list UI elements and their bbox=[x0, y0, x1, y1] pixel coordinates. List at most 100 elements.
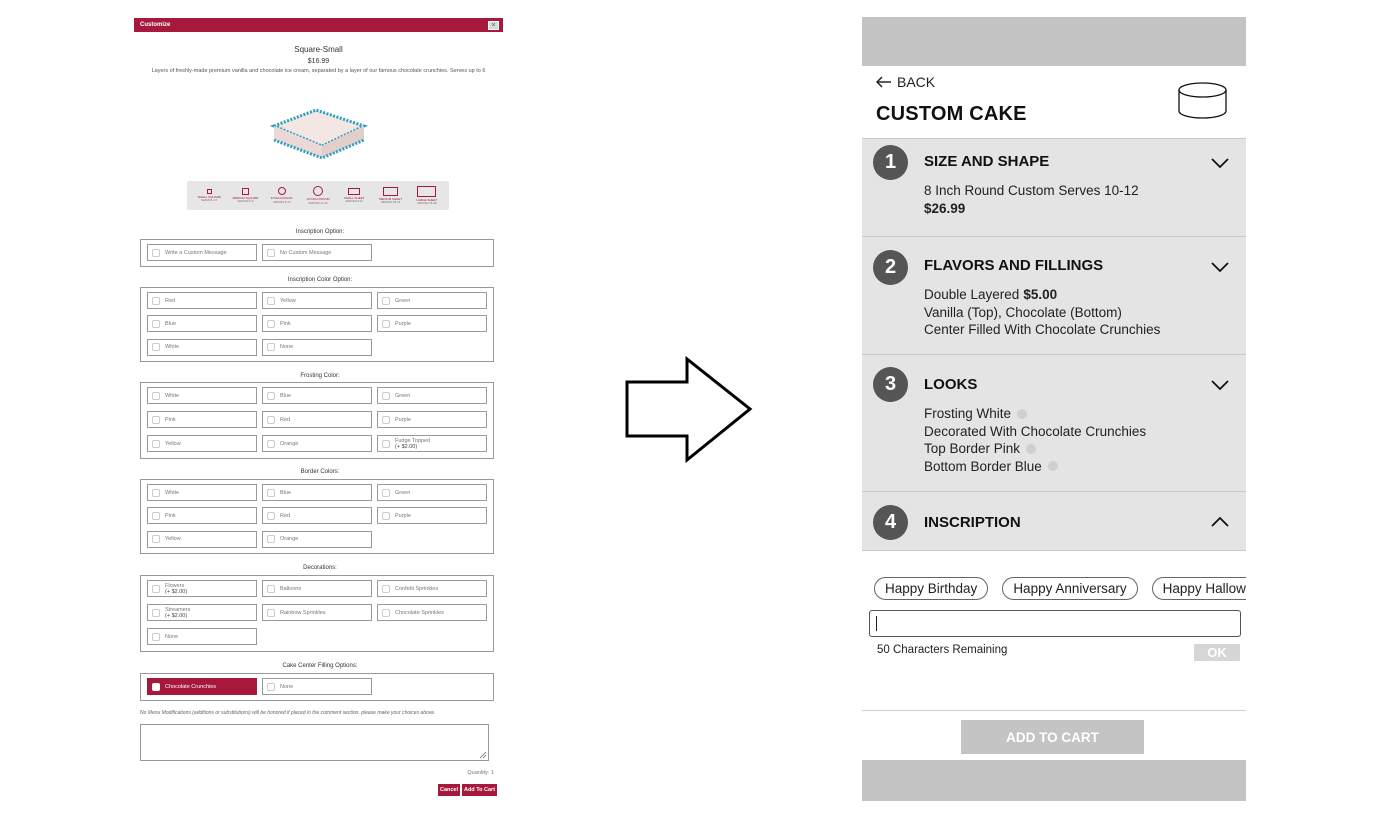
option-label: Streamers (+ $2.00) bbox=[165, 607, 190, 619]
status-bar bbox=[862, 17, 1246, 66]
section-size-and-shape[interactable]: 1 SIZE AND SHAPE 8 Inch Round Custom Ser… bbox=[862, 138, 1246, 236]
inscription-color-group: Red Yellow Green Blue Pink Purple White … bbox=[140, 287, 494, 362]
ok-button[interactable]: OK bbox=[1194, 644, 1240, 661]
size-option-medium-sheet[interactable]: MEDIUM SHEET SERVES 18-24 bbox=[374, 186, 408, 205]
option-blue[interactable]: Blue bbox=[147, 315, 257, 333]
checkbox-icon bbox=[382, 296, 390, 305]
option-none[interactable]: None bbox=[262, 678, 372, 695]
chevron-down-icon[interactable] bbox=[1210, 379, 1230, 391]
size-option-10-inch-round[interactable]: 10 INCH ROUND SERVES 12-16 bbox=[301, 186, 335, 205]
checkbox-icon bbox=[267, 535, 275, 544]
option-blue[interactable]: Blue bbox=[262, 484, 372, 501]
add-to-cart-button[interactable]: ADD TO CART bbox=[961, 720, 1144, 754]
size-option-8-inch-round[interactable]: 8 INCH ROUND SERVES 8-10 bbox=[265, 187, 299, 204]
comment-textarea[interactable] bbox=[140, 724, 489, 761]
step-number: 3 bbox=[873, 367, 908, 402]
option-yellow[interactable]: Yellow bbox=[147, 530, 257, 548]
option-chocolate-crunchies[interactable]: Chocolate Crunchies bbox=[147, 678, 257, 695]
checkbox-icon bbox=[267, 248, 275, 257]
resize-handle-icon[interactable] bbox=[479, 751, 487, 759]
cancel-button[interactable]: Cancel bbox=[438, 784, 460, 796]
inscription-option-group: Write a Custom Message No Custom Message bbox=[140, 239, 494, 267]
option-orange[interactable]: Orange bbox=[262, 530, 372, 548]
product-name: Square-Small bbox=[294, 45, 343, 54]
option-white[interactable]: White bbox=[147, 484, 257, 501]
option-rainbow-sprinkles[interactable]: Rainbow Sprinkles bbox=[262, 604, 372, 621]
decorations-title: Decorations: bbox=[303, 565, 337, 571]
square-icon bbox=[206, 188, 212, 194]
option-purple[interactable]: Purple bbox=[377, 411, 487, 428]
chevron-up-icon[interactable] bbox=[1210, 516, 1230, 528]
option-pink[interactable]: Pink bbox=[147, 411, 257, 428]
section-flavors-and-fillings[interactable]: 2 FLAVORS AND FILLINGS Double Layered $5.… bbox=[862, 236, 1246, 354]
option-write-custom-message[interactable]: Write a Custom Message bbox=[147, 244, 257, 261]
option-green[interactable]: Green bbox=[377, 292, 487, 309]
option-green[interactable]: Green bbox=[377, 484, 487, 501]
section-title: SIZE AND SHAPE bbox=[924, 153, 1050, 170]
option-yellow[interactable]: Yellow bbox=[262, 292, 372, 309]
size-option-small-sheet[interactable]: SMALL SHEET SERVES 8-12 bbox=[337, 187, 371, 204]
option-streamers[interactable]: Streamers (+ $2.00) bbox=[147, 604, 257, 621]
inscription-option-title: Inscription Option: bbox=[295, 229, 345, 235]
option-chocolate-sprinkles[interactable]: Chocolate Sprinkles bbox=[377, 604, 487, 621]
checkbox-icon bbox=[382, 511, 390, 520]
option-label: Green bbox=[395, 297, 411, 304]
option-pink[interactable]: Pink bbox=[262, 315, 372, 333]
option-blue[interactable]: Blue bbox=[262, 387, 372, 404]
color-swatch-icon bbox=[1047, 461, 1058, 472]
option-fudge-topped[interactable]: Fudge Topped (+ $2.00) bbox=[377, 435, 487, 452]
decorations-group: Flowers (+ $2.00) Balloons Confetti Sprin… bbox=[140, 575, 494, 652]
size-option-large-sheet[interactable]: LARGE SHEET SERVES 36-48 bbox=[410, 185, 444, 206]
step-number: 4 bbox=[873, 505, 908, 540]
option-label: Fudge Topped (+ $2.00) bbox=[395, 438, 430, 450]
mobile-custom-cake-screen: BACK CUSTOM CAKE 1 SIZE AND SHAPE 8 Inch… bbox=[862, 17, 1246, 801]
option-no-custom-message[interactable]: No Custom Message bbox=[262, 244, 372, 261]
checkbox-icon bbox=[382, 488, 390, 497]
option-pink[interactable]: Pink bbox=[147, 507, 257, 525]
inscription-input[interactable] bbox=[869, 610, 1241, 637]
size-serves: SERVES 18-24 bbox=[380, 200, 401, 205]
option-confetti-sprinkles[interactable]: Confetti Sprinkles bbox=[377, 580, 487, 597]
chip-happy-birthday[interactable]: Happy Birthday bbox=[874, 577, 989, 600]
option-none[interactable]: None bbox=[262, 338, 372, 356]
back-button[interactable]: BACK bbox=[876, 74, 935, 90]
checkbox-icon bbox=[382, 391, 390, 400]
section-inscription[interactable]: 4 INSCRIPTION bbox=[862, 491, 1246, 551]
option-white[interactable]: White bbox=[147, 387, 257, 404]
option-red[interactable]: Red bbox=[147, 292, 257, 309]
step-number: 1 bbox=[873, 145, 908, 180]
section-looks[interactable]: 3 LOOKS Frosting White Decorated With Ch… bbox=[862, 354, 1246, 491]
size-option-small-square[interactable]: SMALL SQUARE SERVES 4-6 bbox=[192, 188, 226, 203]
legacy-customize-dialog: Customize × Square-Small $16.99 Layers o… bbox=[134, 18, 503, 803]
chevron-down-icon[interactable] bbox=[1210, 157, 1230, 169]
close-icon[interactable]: × bbox=[488, 20, 499, 30]
option-label: Green bbox=[395, 392, 411, 399]
option-none[interactable]: None bbox=[147, 628, 257, 645]
summary-text: Double Layered bbox=[924, 287, 1020, 302]
summary-line: Center Filled With Chocolate Crunchies bbox=[924, 322, 1161, 337]
option-flowers[interactable]: Flowers (+ $2.00) bbox=[147, 580, 257, 597]
checkbox-icon bbox=[267, 584, 275, 593]
option-purple[interactable]: Purple bbox=[377, 315, 487, 333]
size-serves: SERVES 8-12 bbox=[345, 199, 364, 204]
option-balloons[interactable]: Balloons bbox=[262, 580, 372, 597]
chip-happy-anniversary[interactable]: Happy Anniversary bbox=[1002, 577, 1138, 600]
add-to-cart-button[interactable]: Add To Cart bbox=[462, 784, 497, 796]
bottom-nav-bar bbox=[862, 760, 1246, 801]
option-white[interactable]: White bbox=[147, 338, 257, 356]
option-red[interactable]: Red bbox=[262, 507, 372, 525]
size-option-medium-square[interactable]: MEDIUM SQUARE SERVES 6-9 bbox=[228, 187, 262, 204]
option-red[interactable]: Red bbox=[262, 411, 372, 428]
option-purple[interactable]: Purple bbox=[377, 507, 487, 525]
option-orange[interactable]: Orange bbox=[262, 435, 372, 452]
chip-happy-halloween[interactable]: Happy Halloween bbox=[1151, 577, 1246, 600]
cake-icon bbox=[1178, 82, 1227, 119]
option-label: White bbox=[165, 392, 180, 399]
option-label: White bbox=[165, 489, 180, 496]
option-yellow[interactable]: Yellow bbox=[147, 435, 257, 452]
option-green[interactable]: Green bbox=[377, 387, 487, 404]
product-price: $16.99 bbox=[307, 58, 330, 65]
right-arrow-icon bbox=[625, 356, 753, 464]
chevron-down-icon[interactable] bbox=[1210, 261, 1230, 273]
summary-text: Frosting White bbox=[924, 406, 1012, 421]
